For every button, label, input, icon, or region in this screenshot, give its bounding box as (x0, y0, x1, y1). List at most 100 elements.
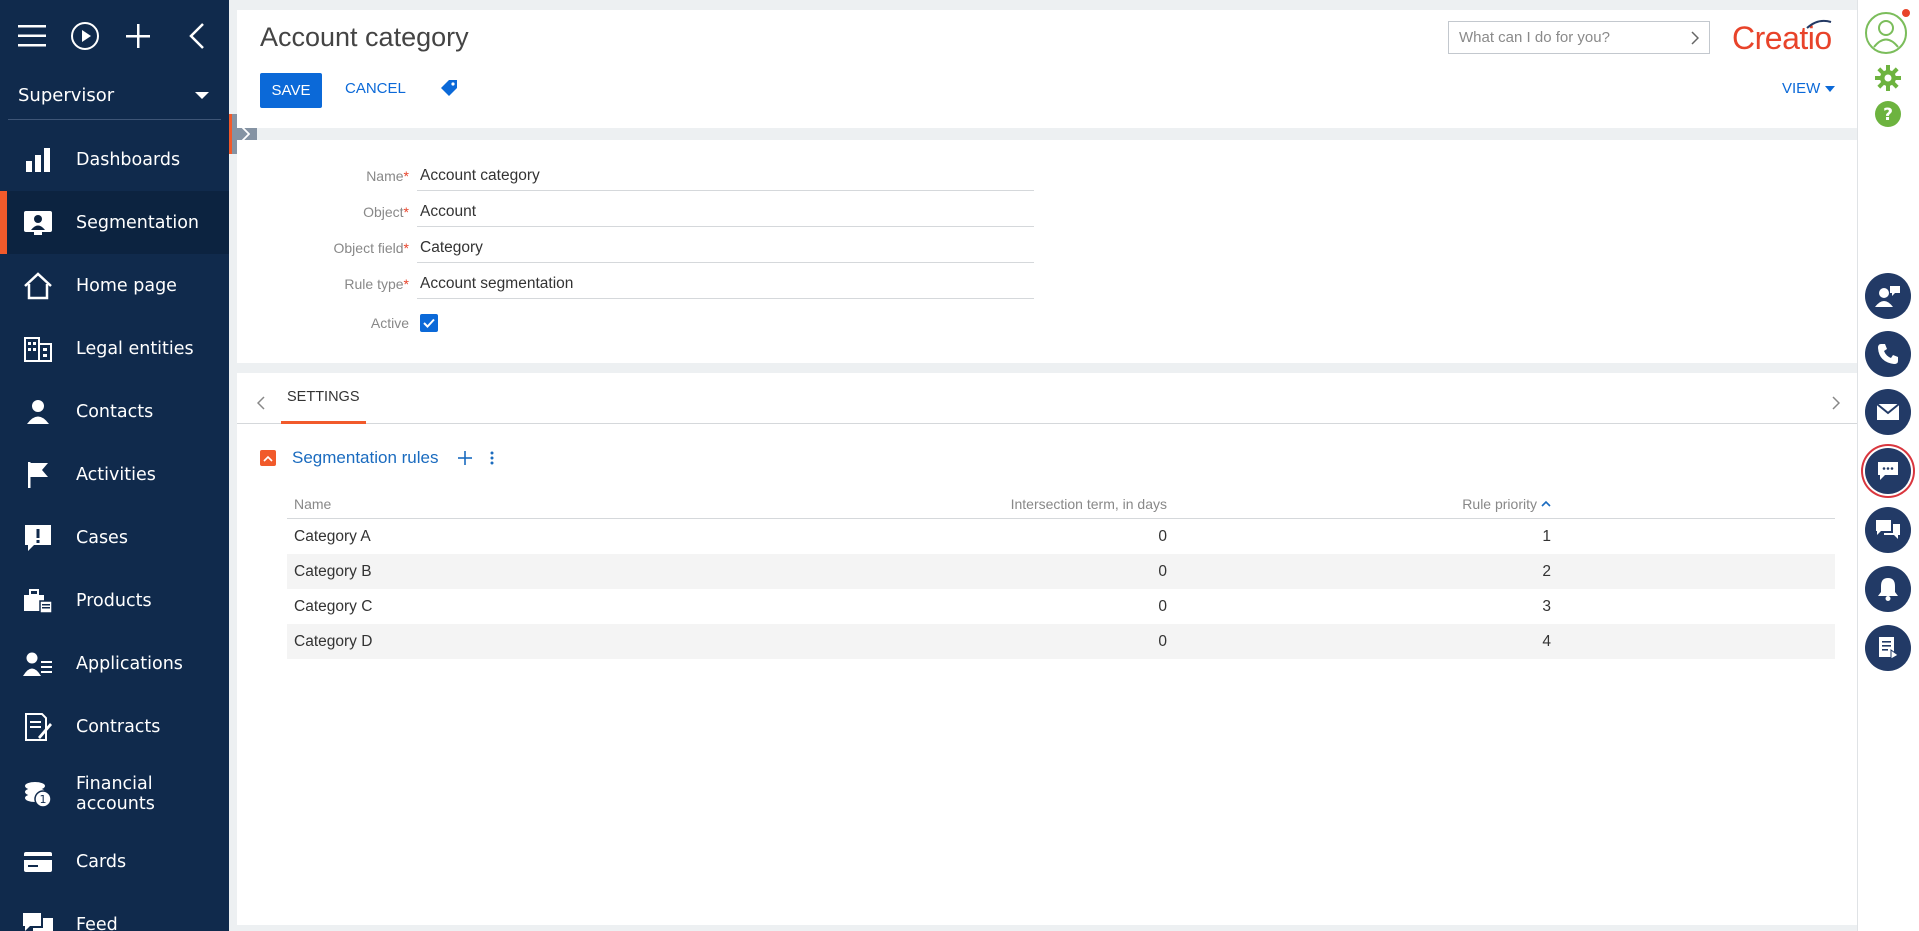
cell-name: Category C (294, 597, 373, 615)
sidebar-item-activities[interactable]: Activities (0, 443, 229, 506)
chevron-right-icon[interactable] (1832, 395, 1841, 414)
card-icon (22, 846, 54, 878)
logo-swoosh-icon (1806, 19, 1832, 29)
communication-panel: ? (1857, 0, 1919, 931)
search-input[interactable]: What can I do for you? (1448, 21, 1710, 54)
field-label: Rule type* (344, 276, 409, 292)
sidebar-item-cases[interactable]: Cases (0, 506, 229, 569)
more-options-button[interactable] (490, 451, 494, 465)
sidebar-item-legal-entities[interactable]: Legal entities (0, 317, 229, 380)
column-header-priority[interactable]: Rule priority (1462, 496, 1551, 512)
sidebar-item-contacts[interactable]: Contacts (0, 380, 229, 443)
segmentation-rules-header: Segmentation rules (260, 445, 512, 471)
help-icon[interactable]: ? (1874, 100, 1902, 132)
notification-dot (1902, 9, 1910, 17)
sidebar-item-cards[interactable]: Cards (0, 830, 229, 893)
cell-name: Category B (294, 562, 372, 580)
cell-priority: 1 (1542, 527, 1551, 545)
chevron-down-icon (195, 92, 209, 99)
group-title[interactable]: Segmentation rules (292, 448, 438, 468)
sidebar-item-feed[interactable]: Feed (0, 893, 229, 931)
sidebar-item-label: Activities (76, 464, 156, 485)
cell-priority: 4 (1542, 632, 1551, 650)
sidebar-item-financial-accounts[interactable]: 1 Financial accounts (0, 758, 229, 830)
sidebar-item-label: Dashboards (76, 149, 181, 170)
cell-term: 0 (1158, 632, 1167, 650)
record-form: Name* Account category Object* Account O… (237, 140, 1857, 363)
svg-text:1: 1 (40, 793, 47, 806)
page-title: Account category (260, 22, 469, 52)
details-panel: SETTINGS Segmentation rules Name Interse… (237, 373, 1857, 925)
active-checkbox[interactable] (420, 314, 438, 332)
sidebar-item-home-page[interactable]: Home page (0, 254, 229, 317)
building-icon (22, 333, 54, 365)
role-label: Supervisor (18, 85, 115, 106)
sidebar-item-label: Feed (76, 914, 118, 931)
cell-name: Category A (294, 527, 371, 545)
ccc-agent-button[interactable] (1865, 273, 1911, 319)
cell-term: 0 (1158, 597, 1167, 615)
form-row-name: Name* Account category (237, 161, 1034, 191)
sidebar-item-dashboards[interactable]: Dashboards (0, 128, 229, 191)
segmentation-rules-grid: Name Intersection term, in days Rule pri… (287, 489, 1835, 659)
applications-icon (22, 648, 54, 680)
feed-button[interactable] (1865, 507, 1911, 553)
cases-icon (22, 522, 54, 554)
segmentation-icon (22, 207, 54, 239)
email-button[interactable] (1865, 389, 1911, 435)
table-row[interactable]: Category B 0 2 (287, 554, 1835, 589)
bell-icon (1878, 578, 1898, 601)
sidebar-item-products[interactable]: Products (0, 569, 229, 632)
form-row-active: Active (237, 308, 438, 338)
table-row[interactable]: Category A 0 1 (287, 519, 1835, 554)
sidebar-item-segmentation[interactable]: Segmentation (0, 191, 229, 254)
table-row[interactable]: Category C 0 3 (287, 589, 1835, 624)
feed-icon (22, 909, 54, 931)
add-rule-button[interactable] (458, 451, 473, 465)
dashboards-icon (22, 144, 54, 176)
financial-icon: 1 (22, 778, 54, 810)
check-icon (423, 318, 435, 328)
home-icon (22, 270, 54, 302)
add-icon[interactable] (120, 14, 157, 59)
gear-icon[interactable] (1874, 64, 1902, 96)
svg-text:?: ? (1883, 105, 1893, 125)
cell-priority: 2 (1542, 562, 1551, 580)
tab-settings[interactable]: SETTINGS (281, 373, 366, 424)
sidebar-item-label: Financial accounts (76, 774, 155, 814)
column-header-name[interactable]: Name (294, 496, 331, 512)
chevron-left-icon[interactable] (256, 395, 265, 414)
chevron-left-icon[interactable] (178, 14, 215, 59)
name-field[interactable]: Account category (417, 161, 1034, 191)
save-button[interactable]: SAVE (260, 73, 322, 108)
tag-icon[interactable] (440, 79, 458, 101)
cancel-button[interactable]: CANCEL (345, 80, 406, 97)
view-button[interactable]: VIEW (1782, 80, 1836, 97)
field-label: Active (370, 315, 409, 331)
chat-button[interactable] (1865, 448, 1911, 494)
sidebar-item-contracts[interactable]: Contracts (0, 695, 229, 758)
sort-ascending-icon (1541, 500, 1551, 507)
sidebar-item-applications[interactable]: Applications (0, 632, 229, 695)
creatio-logo: Creatio (1732, 19, 1832, 57)
object-field-field[interactable]: Category (417, 233, 1034, 263)
role-select[interactable]: Supervisor (8, 72, 221, 120)
table-row[interactable]: Category D 0 4 (287, 624, 1835, 659)
agent-icon (1875, 286, 1900, 307)
messages-icon (1876, 520, 1900, 539)
column-header-term[interactable]: Intersection term, in days (1011, 496, 1167, 512)
avatar[interactable] (1865, 12, 1907, 54)
collapse-group-button[interactable] (260, 450, 276, 466)
sidebar-item-label: Products (76, 590, 152, 611)
sidebar-item-label: Segmentation (76, 212, 199, 233)
phone-button[interactable] (1865, 331, 1911, 377)
sidebar-item-label: Cards (76, 851, 127, 872)
notifications-button[interactable] (1865, 566, 1911, 612)
form-row-object-field: Object field* Category (237, 233, 1034, 263)
object-field[interactable]: Account (417, 197, 1034, 227)
menu-icon[interactable] (14, 14, 51, 59)
process-button[interactable] (1865, 625, 1911, 671)
play-icon[interactable] (67, 14, 104, 59)
rule-type-field[interactable]: Account segmentation (417, 269, 1034, 299)
sidebar-item-label: Contacts (76, 401, 154, 422)
